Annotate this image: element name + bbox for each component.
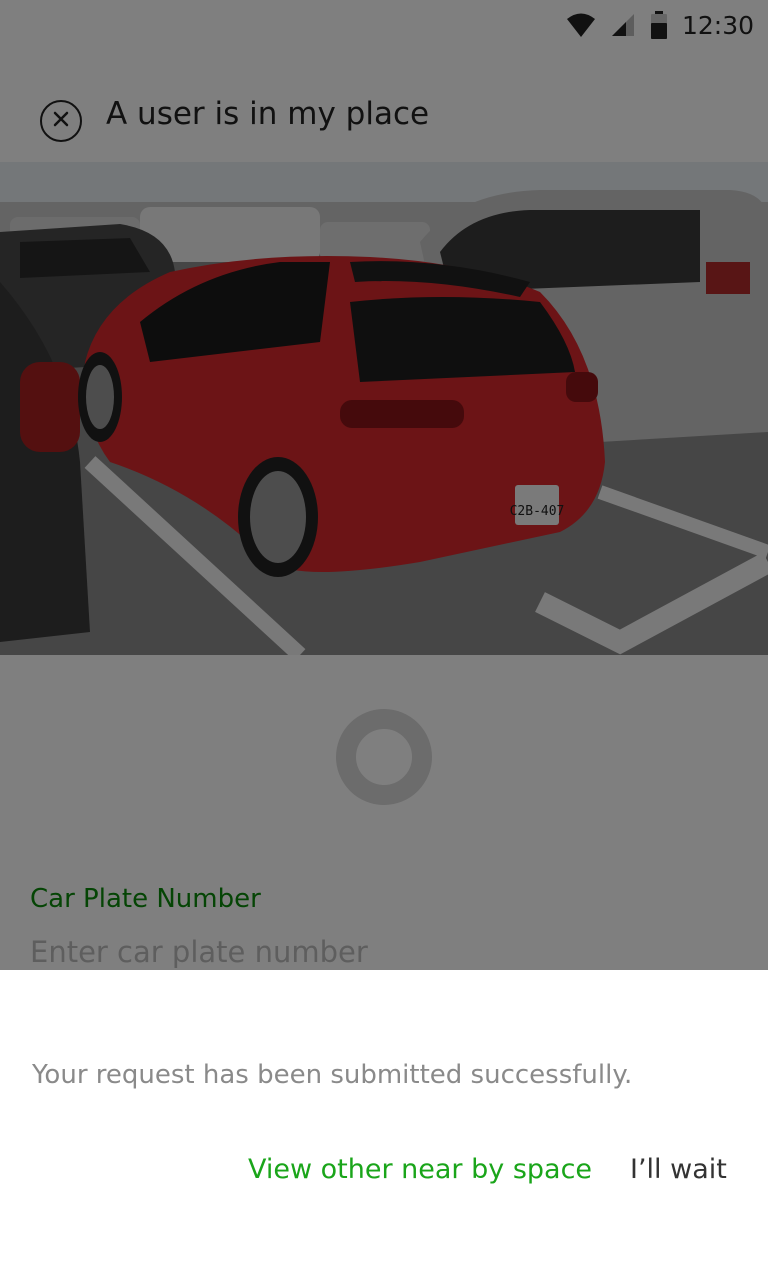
view-other-space-button[interactable]: View other near by space bbox=[248, 1154, 592, 1185]
ill-wait-button[interactable]: I’ll wait bbox=[630, 1154, 727, 1185]
success-dialog: Your request has been submitted successf… bbox=[0, 970, 768, 1280]
app-screen: 12:30 A user is in my place bbox=[0, 0, 768, 1280]
dialog-message: Your request has been submitted successf… bbox=[32, 1060, 633, 1090]
